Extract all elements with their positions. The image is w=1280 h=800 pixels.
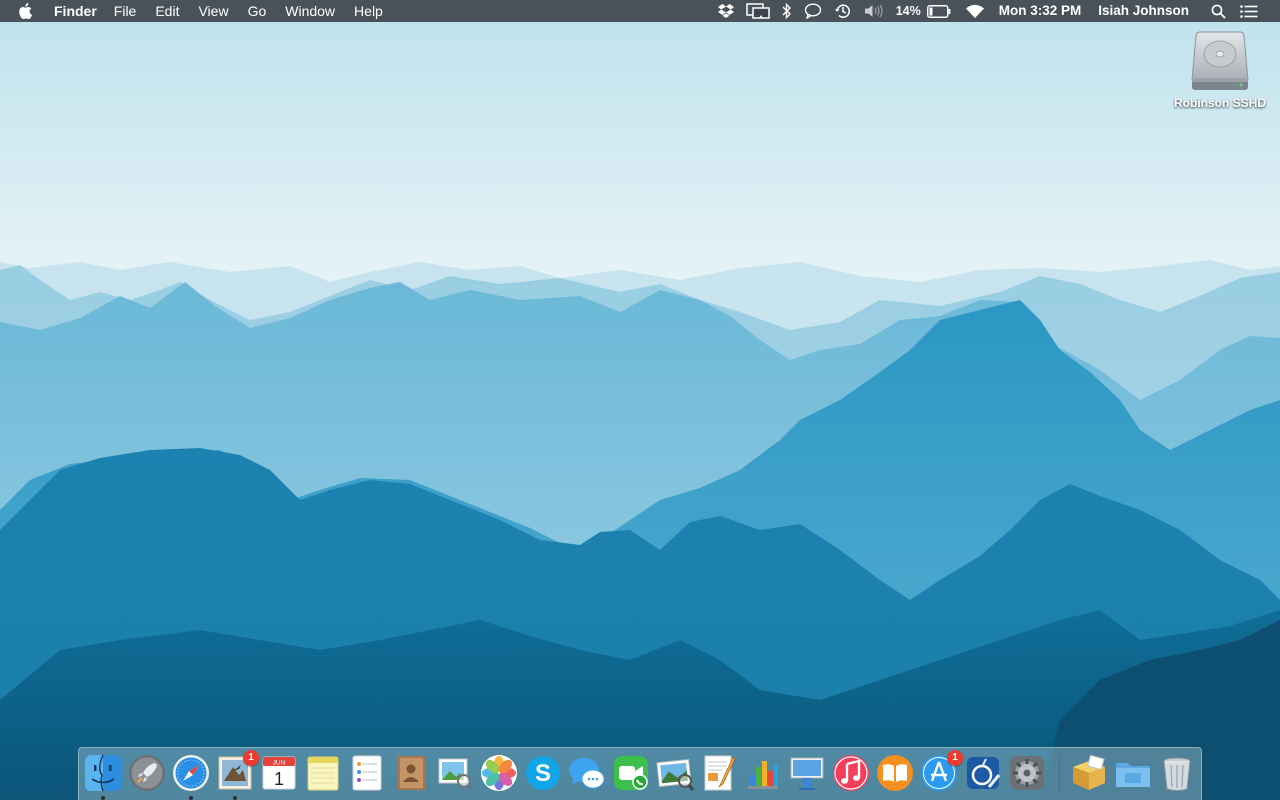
- skype-icon: S: [526, 756, 560, 790]
- dock-stack-package[interactable]: [1069, 753, 1109, 793]
- dock-app-messages[interactable]: [567, 753, 607, 793]
- iphoto-icon: [656, 758, 695, 791]
- bluetooth-icon[interactable]: [782, 0, 792, 22]
- svg-text:S: S: [535, 760, 551, 787]
- finder-icon: [85, 754, 121, 792]
- dock: 1 JUN 1 S 1: [78, 747, 1202, 800]
- dock-app-ibooks[interactable]: [875, 753, 915, 793]
- folder-icon: [1116, 763, 1150, 787]
- menu-go[interactable]: Go: [248, 0, 267, 22]
- dock-app-calendar[interactable]: JUN 1: [259, 753, 299, 793]
- airplay-icon[interactable]: [745, 0, 770, 22]
- calendar-month: JUN: [273, 760, 286, 767]
- launchpad-rocket-icon: [129, 755, 165, 791]
- messages-bubble-icon: [569, 758, 605, 789]
- dock-app-iphoto[interactable]: [655, 753, 695, 793]
- safari-compass-icon: [173, 755, 209, 791]
- menu-file[interactable]: File: [114, 0, 137, 22]
- menu-app-name[interactable]: Finder: [54, 0, 97, 22]
- photos-flower-icon: [481, 755, 517, 791]
- dock-separator: [1059, 754, 1060, 794]
- dock-app-facetime[interactable]: [611, 753, 651, 793]
- reminders-icon: [352, 755, 382, 791]
- dock-app-reminders[interactable]: [347, 753, 387, 793]
- ibooks-icon: [877, 755, 913, 791]
- desktop-wallpaper: [0, 0, 1280, 800]
- dock-app-app-store[interactable]: 1: [919, 750, 963, 793]
- contacts-book-icon: [397, 756, 425, 790]
- wifi-icon[interactable]: [965, 0, 985, 22]
- dock-app-system-preferences[interactable]: [1007, 753, 1047, 793]
- gear-icon: [1010, 756, 1044, 790]
- menu-clock[interactable]: Mon 3:32 PM: [999, 0, 1082, 22]
- dock-app-skype[interactable]: S: [523, 753, 563, 793]
- drive-label: Robinson SSHD: [1174, 96, 1266, 110]
- calendar-day: 1: [274, 769, 284, 789]
- menu-edit[interactable]: Edit: [155, 0, 179, 22]
- time-machine-icon[interactable]: [834, 0, 852, 22]
- app-store-badge: 1: [947, 750, 963, 766]
- running-indicator: [101, 796, 105, 800]
- pages-icon: [704, 755, 736, 791]
- battery-percent[interactable]: 14%: [896, 4, 921, 18]
- menu-bar: Finder File Edit View Go Window Help 14%: [0, 0, 1280, 22]
- search-icon[interactable]: [1211, 0, 1226, 22]
- calendar-icon: JUN 1: [262, 756, 296, 790]
- dock-app-finder[interactable]: [83, 753, 123, 800]
- dropbox-icon[interactable]: [717, 0, 734, 22]
- menu-help[interactable]: Help: [354, 0, 383, 22]
- dock-app-contacts[interactable]: [391, 753, 431, 793]
- itunes-note-icon: [833, 755, 869, 791]
- dock-app-numbers[interactable]: [743, 753, 783, 793]
- numbers-chart-icon: [748, 761, 778, 789]
- volume-icon[interactable]: [864, 0, 884, 22]
- dock-app-mail[interactable]: 1: [215, 750, 259, 800]
- dock-trash[interactable]: [1157, 753, 1197, 793]
- dock-app-preview[interactable]: [435, 753, 475, 793]
- running-indicator: [189, 796, 193, 800]
- menu-window[interactable]: Window: [285, 0, 335, 22]
- keynote-podium-icon: [790, 757, 824, 790]
- dock-app-launchpad[interactable]: [127, 753, 167, 793]
- hard-drive-icon[interactable]: [1190, 30, 1250, 92]
- trash-icon: [1163, 757, 1191, 791]
- instruments-icon: [967, 757, 1001, 789]
- dock-app-photos[interactable]: [479, 753, 519, 793]
- facetime-icon: [614, 756, 648, 790]
- dock-app-safari[interactable]: [171, 753, 211, 800]
- apple-logo-icon[interactable]: [18, 2, 34, 20]
- dock-app-notes[interactable]: [303, 753, 343, 793]
- dock-stack-folder[interactable]: [1113, 753, 1153, 793]
- dock-app-keynote[interactable]: [787, 753, 827, 793]
- dock-app-itunes[interactable]: [831, 753, 871, 793]
- preview-icon: [438, 758, 474, 791]
- list-icon[interactable]: [1240, 0, 1258, 22]
- menu-user-name[interactable]: Isiah Johnson: [1098, 0, 1189, 22]
- battery-icon[interactable]: [926, 0, 951, 22]
- mountain-landscape: [0, 0, 1280, 800]
- notification-bubble-icon[interactable]: [804, 0, 822, 22]
- menu-view[interactable]: View: [198, 0, 228, 22]
- running-indicator: [233, 796, 237, 800]
- package-box-icon: [1073, 754, 1105, 790]
- mail-badge: 1: [243, 750, 259, 766]
- dock-app-instruments[interactable]: [963, 753, 1003, 793]
- desktop-drive-icon-item[interactable]: Robinson SSHD: [1166, 30, 1274, 110]
- dock-app-pages[interactable]: [699, 753, 739, 793]
- notes-icon: [307, 756, 339, 791]
